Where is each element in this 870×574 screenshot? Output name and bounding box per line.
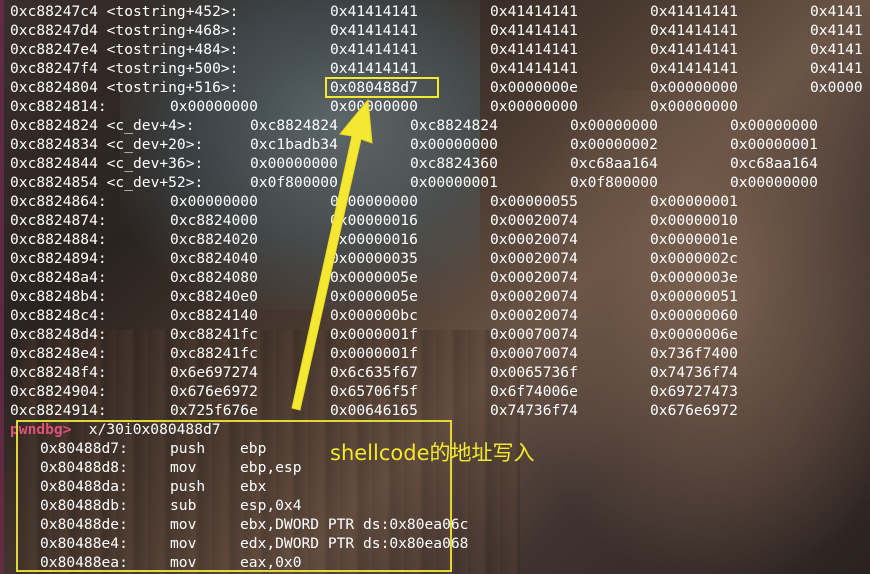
memory-row: 0xc88247d4 <tostring+468>: 0x41414141 0x41… — [10, 22, 863, 39]
memory-row: 0xc88247f4 <tostring+500>: 0x41414141 0x41… — [10, 60, 863, 77]
memory-row: 0xc8824854 <c_dev+52>: 0x0f800000 0x000000… — [10, 174, 818, 191]
annotation-label: shellcode的地址写入 — [330, 441, 535, 465]
memory-row: 0xc8824844 <c_dev+36>: 0x00000000 0xc88243… — [10, 155, 818, 172]
memory-row: 0xc8824824 <c_dev+4>: 0xc8824824 0xc882482… — [10, 117, 818, 134]
memory-row: 0xc88247c4 <tostring+452>: 0x41414141 0x41… — [10, 3, 863, 20]
memory-row: 0xc8824814: 0x00000000 0x00000000 0x0000000… — [10, 98, 738, 115]
memory-row-shellcode-address: 0xc8824804 <tostring+516>: 0x080488d7 0x00… — [10, 79, 863, 96]
memory-row: 0xc88247e4 <tostring+484>: 0x41414141 0x41… — [10, 41, 863, 58]
shellcode-address-highlight-box — [325, 77, 439, 98]
memory-row: 0xc8824834 <c_dev+20>: 0xc1badb34 0x000000… — [10, 136, 818, 153]
